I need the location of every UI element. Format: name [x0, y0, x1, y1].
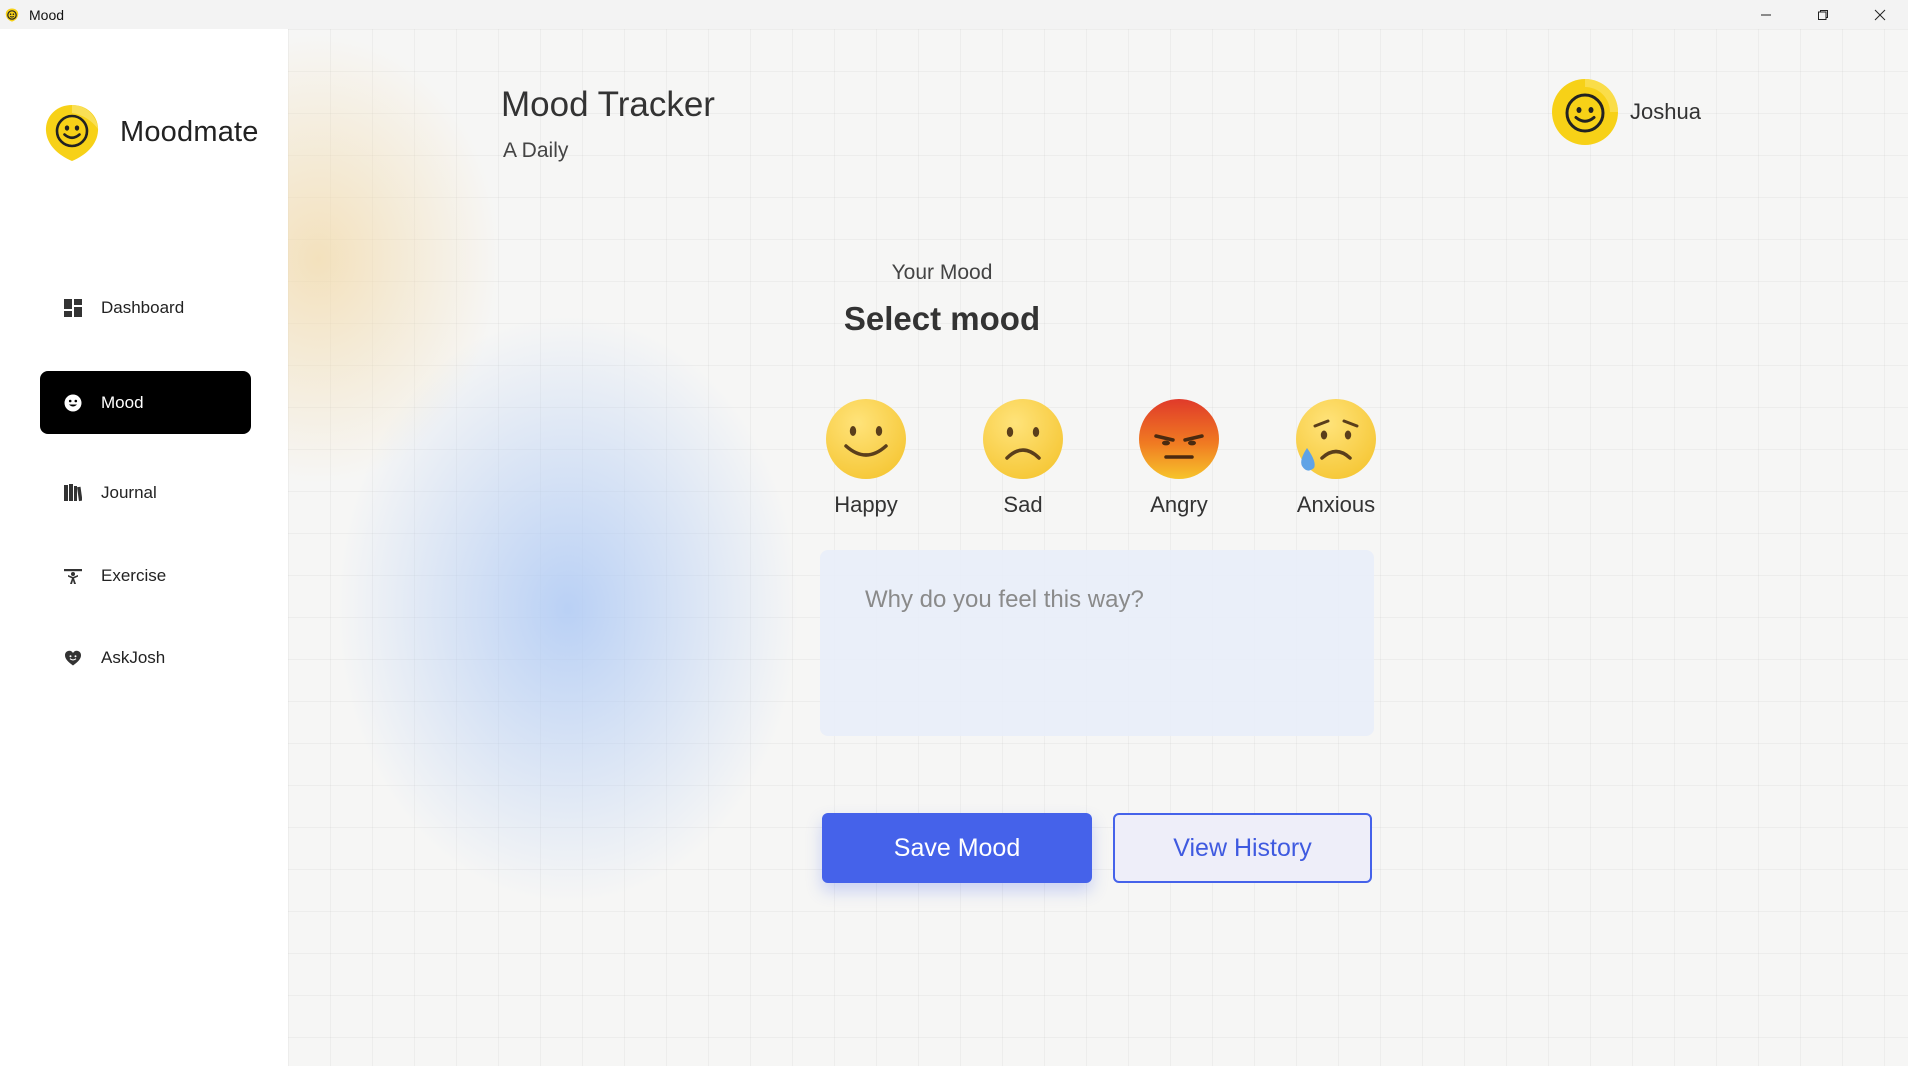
anxious-emoji-icon	[1296, 399, 1376, 479]
mood-heading: Select mood	[843, 300, 1041, 337]
sidebar-item-askjosh[interactable]: AskJosh	[40, 626, 251, 689]
restore-icon[interactable]	[1794, 0, 1851, 29]
reason-input[interactable]	[820, 550, 1374, 736]
heart-chat-icon	[63, 648, 83, 668]
exercise-icon	[63, 566, 83, 586]
mood-option-label: Sad	[1003, 492, 1043, 517]
user-name: Joshua	[1630, 99, 1701, 124]
brand-name: Moodmate	[120, 115, 259, 148]
sidebar-item-dashboard[interactable]: Dashboard	[40, 276, 251, 339]
angry-emoji-icon	[1139, 399, 1219, 479]
window-controls	[1737, 0, 1908, 29]
page-title: Mood Tracker	[501, 85, 715, 124]
mood-option-label: Angry	[1150, 492, 1208, 517]
sad-emoji-icon	[983, 399, 1063, 479]
save-mood-button[interactable]: Save Mood	[822, 813, 1092, 883]
dashboard-icon	[63, 298, 83, 318]
sidebar-item-exercise[interactable]: Exercise	[40, 544, 251, 607]
smiley-icon	[63, 393, 83, 413]
minimize-icon[interactable]	[1737, 0, 1794, 29]
sidebar-item-label: AskJosh	[101, 647, 166, 667]
sidebar-item-mood[interactable]: Mood	[40, 371, 251, 434]
sidebar-item-label: Dashboard	[101, 297, 185, 317]
user-profile[interactable]: Joshua	[1552, 79, 1701, 145]
mood-option-happy[interactable]: Happy	[811, 398, 921, 518]
avatar	[1552, 79, 1618, 145]
mood-option-angry[interactable]: Angry	[1124, 398, 1234, 518]
window-title: Mood	[29, 6, 65, 23]
sidebar-item-label: Mood	[101, 392, 144, 412]
mood-option-sad[interactable]: Sad	[968, 398, 1078, 518]
journal-icon	[63, 483, 83, 503]
sidebar-item-journal[interactable]: Journal	[40, 461, 251, 524]
moodmate-logo-icon	[45, 105, 99, 161]
sidebar-item-label: Journal	[101, 482, 157, 502]
mood-label: Your Mood	[891, 261, 993, 284]
main-content: Mood Tracker A Daily Joshua Your Mood Se…	[288, 29, 1908, 1066]
mood-option-label: Anxious	[1296, 492, 1376, 517]
view-history-button[interactable]: View History	[1113, 813, 1372, 883]
sidebar-item-label: Exercise	[101, 565, 167, 585]
brand[interactable]: Moodmate	[42, 101, 259, 163]
sidebar: Moodmate Dashboard Mood Journal Exercise…	[0, 29, 288, 1066]
page-subtitle: A Daily	[503, 139, 569, 162]
title-bar: Mood	[0, 0, 1908, 29]
close-icon[interactable]	[1851, 0, 1908, 29]
mood-option-label: Happy	[834, 492, 898, 517]
happy-emoji-icon	[826, 399, 906, 479]
app-logo-icon	[5, 8, 19, 22]
mood-option-anxious[interactable]: Anxious	[1281, 398, 1391, 518]
